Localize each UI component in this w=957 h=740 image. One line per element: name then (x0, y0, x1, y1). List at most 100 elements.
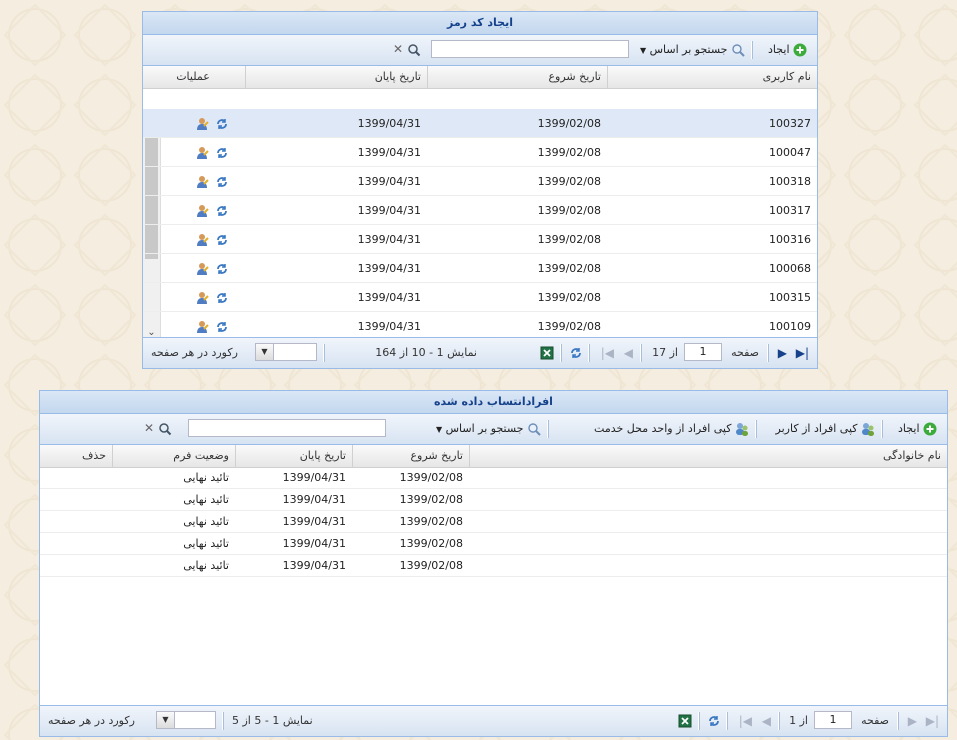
table-row[interactable]: 1399/02/08 1399/04/31 تائید نهایی (40, 511, 947, 533)
user-edit-icon[interactable] (195, 117, 209, 131)
lastname-cell (469, 555, 947, 577)
search-by-button[interactable]: جستجو بر اساس ▼ (640, 42, 745, 58)
refresh-icon[interactable] (215, 146, 229, 160)
username-cell: 100068 (769, 262, 811, 275)
prev-page-icon[interactable]: ◀ (624, 345, 633, 361)
search-input[interactable] (431, 40, 629, 58)
column-header[interactable]: حذف (40, 445, 112, 467)
clear-icon[interactable]: ✕ (144, 421, 154, 435)
refresh-icon[interactable] (707, 714, 721, 728)
username-cell: 100327 (769, 117, 811, 130)
column-header[interactable]: تاریخ پایان (245, 66, 427, 88)
first-page-icon[interactable]: |◀ (601, 345, 614, 361)
column-header[interactable]: نام خانوادگی (469, 445, 947, 467)
page-count: از 1 (789, 714, 808, 727)
last-page-icon[interactable]: ▶| (926, 713, 939, 729)
table-row[interactable]: 1399/02/08 1399/04/31 تائید نهایی (40, 555, 947, 577)
per-page-label: رکورد در هر صفحه (48, 714, 135, 727)
refresh-icon[interactable] (215, 320, 229, 334)
start-date-cell: 1399/02/08 (537, 204, 601, 217)
user-edit-icon[interactable] (195, 262, 209, 276)
display-info: نمایش 1 - 10 از 164 (375, 346, 477, 359)
table-row[interactable]: 100109 1399/02/08 1399/04/31 (143, 312, 817, 340)
page-number-input[interactable]: 1 (814, 711, 852, 729)
search-icon[interactable] (407, 43, 421, 57)
dropdown-icon[interactable]: ▼ (157, 712, 175, 728)
search-buttons: ✕ (393, 41, 421, 57)
first-page-icon[interactable]: |◀ (739, 713, 752, 729)
form-status-cell: تائید نهایی (183, 471, 229, 484)
table-row[interactable]: 100317 1399/02/08 1399/04/31 (143, 196, 817, 225)
user-edit-icon[interactable] (195, 233, 209, 247)
delete-cell[interactable] (40, 555, 112, 577)
copy-from-unit-button[interactable]: کپی افراد از واحد محل خدمت (594, 421, 749, 437)
table-row[interactable]: 100327 1399/02/08 1399/04/31 (143, 109, 817, 138)
search-icon (732, 44, 745, 57)
actions-cell (160, 225, 264, 254)
actions-cell (160, 283, 264, 312)
form-status-cell: تائید نهایی (183, 493, 229, 506)
delete-cell[interactable] (40, 511, 112, 533)
next-page-icon[interactable]: ▶ (778, 345, 787, 361)
page-size-combo[interactable]: ▼ (255, 343, 317, 361)
end-date-cell: 1399/04/31 (282, 515, 346, 528)
copy-from-user-button[interactable]: کپی افراد از کاربر (776, 421, 875, 437)
next-page-icon[interactable]: ▶ (908, 713, 917, 729)
table-row[interactable]: 1399/02/08 1399/04/31 تائید نهایی (40, 467, 947, 489)
actions-cell (160, 109, 264, 138)
refresh-icon[interactable] (215, 262, 229, 276)
search-input[interactable] (188, 419, 386, 437)
start-date-cell: 1399/02/08 (537, 320, 601, 333)
username-cell: 100109 (769, 320, 811, 333)
dropdown-icon: ▼ (435, 425, 443, 434)
end-date-cell: 1399/04/31 (357, 262, 421, 275)
delete-cell[interactable] (40, 489, 112, 511)
refresh-icon[interactable] (215, 291, 229, 305)
column-header[interactable]: نام کاربری (607, 66, 817, 88)
table-row[interactable]: 100315 1399/02/08 1399/04/31 (143, 283, 817, 312)
column-header[interactable]: تاریخ پایان (235, 445, 352, 467)
create-button[interactable]: ایجاد (898, 421, 937, 437)
refresh-icon[interactable] (215, 233, 229, 247)
column-header[interactable]: عملیات (143, 66, 245, 88)
table-row[interactable]: 100318 1399/02/08 1399/04/31 (143, 167, 817, 196)
user-edit-icon[interactable] (195, 291, 209, 305)
table-row[interactable]: 1399/02/08 1399/04/31 تائید نهایی (40, 489, 947, 511)
page-number-input[interactable]: 1 (684, 343, 722, 361)
column-header[interactable]: وضعیت فرم (112, 445, 235, 467)
excel-icon[interactable] (678, 714, 692, 728)
clear-icon[interactable]: ✕ (393, 42, 403, 56)
column-header[interactable]: تاریخ شروع (352, 445, 469, 467)
table-row[interactable]: 100068 1399/02/08 1399/04/31 (143, 254, 817, 283)
refresh-icon[interactable] (215, 204, 229, 218)
actions-cell (160, 167, 264, 196)
refresh-icon[interactable] (215, 175, 229, 189)
user-edit-icon[interactable] (195, 204, 209, 218)
user-edit-icon[interactable] (195, 175, 209, 189)
prev-page-icon[interactable]: ◀ (762, 713, 771, 729)
page-label: صفحه (731, 346, 759, 359)
table-row[interactable]: 100316 1399/02/08 1399/04/31 (143, 225, 817, 254)
dropdown-icon[interactable]: ▼ (256, 344, 274, 360)
last-page-icon[interactable]: ▶| (796, 345, 809, 361)
end-date-cell: 1399/04/31 (357, 175, 421, 188)
column-header[interactable]: تاریخ شروع (427, 66, 607, 88)
table-row[interactable]: 1399/02/08 1399/04/31 تائید نهایی (40, 533, 947, 555)
grid-body: 1399/02/08 1399/04/31 تائید نهایی 1399/02/0… (40, 467, 947, 705)
page-size-combo[interactable]: ▼ (156, 711, 216, 729)
user-edit-icon[interactable] (195, 146, 209, 160)
table-row[interactable]: 100047 1399/02/08 1399/04/31 (143, 138, 817, 167)
end-date-cell: 1399/04/31 (357, 204, 421, 217)
excel-icon[interactable] (540, 346, 554, 360)
refresh-icon[interactable] (215, 117, 229, 131)
actions-cell (160, 254, 264, 283)
refresh-icon[interactable] (569, 346, 583, 360)
actions-cell (160, 138, 264, 167)
delete-cell[interactable] (40, 533, 112, 555)
delete-cell[interactable] (40, 467, 112, 489)
end-date-cell: 1399/04/31 (357, 117, 421, 130)
user-edit-icon[interactable] (195, 320, 209, 334)
search-icon[interactable] (158, 422, 172, 436)
create-button[interactable]: ایجاد (768, 42, 807, 58)
search-by-button[interactable]: جستجو بر اساس ▼ (436, 421, 541, 437)
